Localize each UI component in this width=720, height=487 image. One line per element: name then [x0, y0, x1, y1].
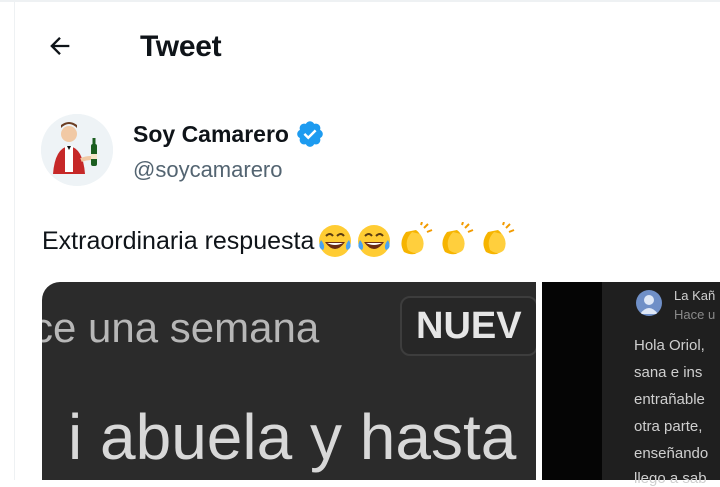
- comment-line: enseñando: [634, 445, 709, 462]
- commenter-avatar: [636, 290, 662, 316]
- tweet-media-image-1[interactable]: ce una semana NUEV i abuela y hasta: [42, 282, 536, 480]
- media-new-badge: NUEV: [400, 296, 536, 356]
- comment-line: entrañable: [634, 391, 705, 408]
- emoji-row: [316, 222, 516, 260]
- waiter-avatar: [41, 114, 113, 186]
- comment-line: otra parte,: [634, 418, 703, 435]
- author-avatar[interactable]: [41, 114, 113, 186]
- author-name[interactable]: Soy Camarero: [133, 119, 325, 149]
- clapping-hands-emoji: [394, 222, 434, 260]
- tweet-text: Extraordinaria respuesta: [42, 222, 516, 260]
- author-name-text: Soy Camarero: [133, 120, 289, 147]
- back-button[interactable]: [38, 28, 82, 68]
- commenter-name: La Kañ: [674, 288, 716, 303]
- clapping-hands-emoji: [435, 222, 475, 260]
- comment-line: sana e ins: [634, 364, 703, 381]
- left-divider: [14, 0, 15, 480]
- comment-time: Hace u: [674, 307, 716, 322]
- author-handle[interactable]: @soycamarero: [133, 157, 283, 183]
- verified-badge-icon: [295, 119, 325, 149]
- laughing-crying-emoji: [316, 222, 354, 260]
- top-divider: [0, 0, 720, 2]
- page-title: Tweet: [140, 30, 222, 63]
- media-caption-line2: i abuela y hasta: [68, 401, 517, 473]
- comment-line: Hola Oriol,: [634, 337, 705, 354]
- clapping-hands-emoji: [476, 222, 516, 260]
- arrow-left-icon: [46, 32, 74, 65]
- laughing-crying-emoji: [355, 222, 393, 260]
- media-caption-line1: ce una semana: [42, 304, 320, 351]
- tweet-text-content: Extraordinaria respuesta: [42, 226, 315, 255]
- comment-line: llego a sab: [634, 470, 707, 487]
